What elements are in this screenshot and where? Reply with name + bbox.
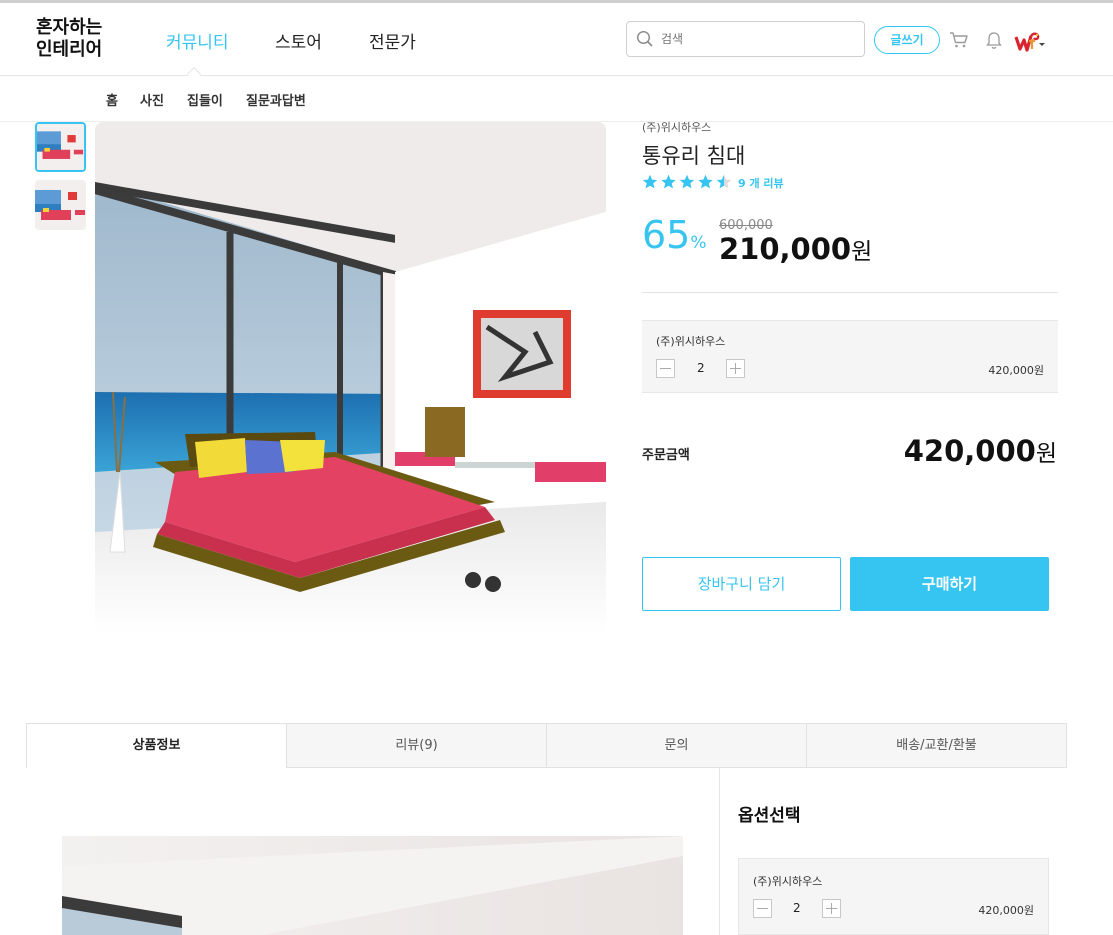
- selected-option-box: (주)위시하우스 2 420,000원: [642, 320, 1058, 393]
- thumbnail-image: [37, 124, 84, 170]
- search-box[interactable]: [626, 21, 865, 57]
- option-price: 420,000원: [988, 364, 1044, 377]
- option-name: (주)위시하우스: [656, 335, 726, 348]
- search-input[interactable]: [661, 29, 856, 49]
- product-title: 통유리 침대: [642, 144, 746, 168]
- product-thumbnail-1[interactable]: [35, 122, 86, 172]
- product-thumbnail-2[interactable]: [35, 180, 86, 230]
- discount-unit: %: [690, 233, 707, 253]
- sidebar-option-name: (주)위시하우스: [753, 875, 823, 888]
- sale-price: 210,000원: [719, 232, 872, 266]
- review-count-link[interactable]: 9 개 리뷰: [738, 175, 784, 191]
- product-detail-image: [62, 836, 683, 935]
- thumbnail-image: [35, 180, 86, 230]
- quantity-increase-button[interactable]: [726, 359, 745, 378]
- quantity-value[interactable]: 2: [697, 361, 705, 375]
- sidebar-option-price: 420,000원: [978, 904, 1034, 917]
- subnav-qna[interactable]: 질문과답변: [246, 90, 306, 109]
- discount-value: 65: [642, 213, 691, 257]
- nav-store[interactable]: 스토어: [275, 28, 322, 53]
- sale-price-value: 210,000: [719, 232, 852, 266]
- logo-line-1: 혼자하는: [36, 17, 103, 38]
- sale-price-currency: 원: [851, 239, 873, 265]
- sidebar-option-box: (주)위시하우스 2 420,000원: [738, 858, 1049, 935]
- order-total-label: 주문금액: [642, 448, 690, 463]
- sidebar-quantity-decrease-button[interactable]: [753, 899, 772, 918]
- bell-icon[interactable]: [985, 31, 1003, 50]
- sidebar-quantity-value[interactable]: 2: [793, 901, 801, 915]
- product-main-image: [95, 122, 606, 633]
- product-tabs: 상품정보 리뷰(9) 문의 배송/교환/환불: [26, 723, 1067, 768]
- user-avatar-icon[interactable]: [1013, 27, 1047, 59]
- price-divider: [642, 292, 1058, 293]
- order-total-currency: 원: [1035, 441, 1057, 467]
- quantity-decrease-button[interactable]: [656, 359, 675, 378]
- tab-product-info[interactable]: 상품정보: [26, 723, 287, 768]
- sidebar-quantity-increase-button[interactable]: [822, 899, 841, 918]
- subnav-housewarming[interactable]: 집들이: [187, 90, 223, 109]
- order-total: 420,000원: [904, 434, 1057, 468]
- tab-inquiry[interactable]: 문의: [546, 723, 807, 768]
- tab-shipping[interactable]: 배송/교환/환불: [806, 723, 1067, 768]
- rating-stars-icon: [642, 174, 732, 189]
- subnav-photos[interactable]: 사진: [140, 90, 164, 109]
- sub-navigation: 홈 사진 집들이 질문과답변: [0, 77, 1113, 122]
- option-select-title: 옵션선택: [738, 806, 801, 826]
- content-sidebar-divider: [719, 768, 720, 935]
- cart-icon[interactable]: [949, 31, 969, 49]
- buy-now-button[interactable]: 구매하기: [850, 557, 1049, 611]
- subnav-home[interactable]: 홈: [106, 90, 118, 109]
- add-to-cart-button[interactable]: 장바구니 담기: [642, 557, 841, 611]
- discount-rate: 65%: [642, 213, 707, 257]
- order-total-value: 420,000: [903, 434, 1036, 468]
- logo[interactable]: 혼자하는 인테리어: [36, 17, 102, 61]
- nav-community[interactable]: 커뮤니티: [166, 28, 229, 53]
- write-button[interactable]: 글쓰기: [874, 26, 940, 54]
- original-price: 600,000: [719, 218, 773, 233]
- search-icon: [636, 30, 653, 47]
- product-brand[interactable]: (주)위시하우스: [642, 119, 711, 135]
- logo-line-2: 인테리어: [36, 39, 103, 60]
- tab-reviews[interactable]: 리뷰(9): [286, 723, 547, 768]
- nav-expert[interactable]: 전문가: [369, 28, 416, 53]
- global-header: 혼자하는 인테리어 커뮤니티 스토어 전문가 글쓰기: [0, 3, 1113, 82]
